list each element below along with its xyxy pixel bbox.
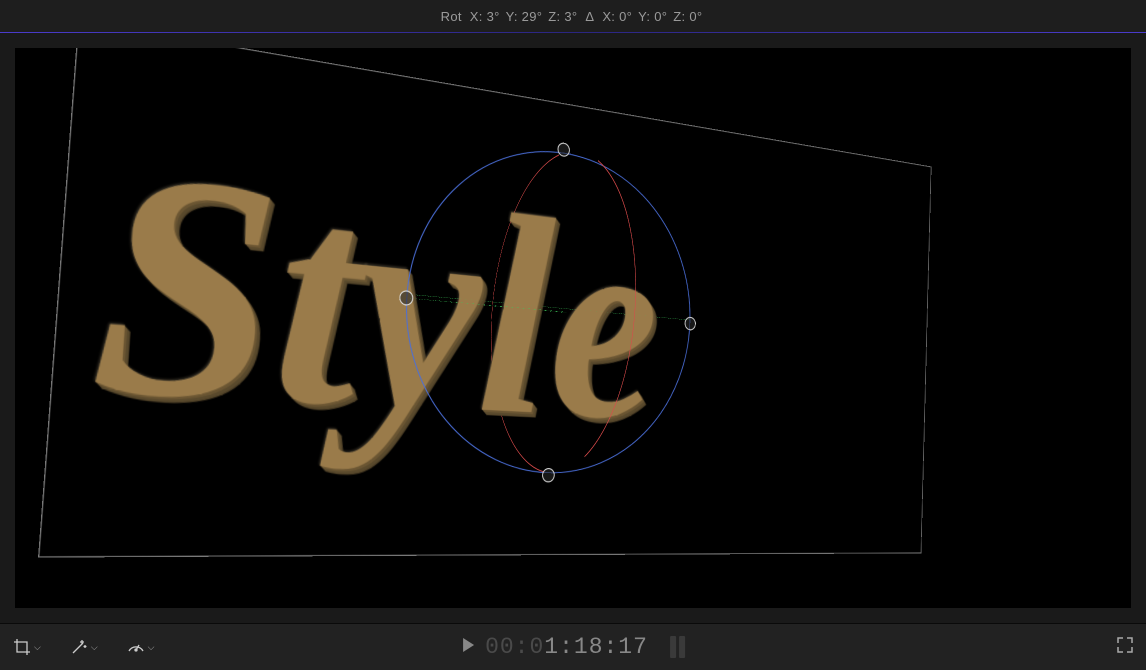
retime-tool-button[interactable]: ⌵: [126, 637, 155, 657]
rotation-y: Y: 29°: [506, 9, 543, 24]
chevron-down-icon: ⌵: [148, 642, 155, 653]
viewport-container: Style: [0, 33, 1146, 623]
timecode-display[interactable]: 00:01:18:17: [485, 634, 648, 660]
rotation-label: Rot: [441, 9, 462, 24]
chevron-down-icon: ⌵: [91, 642, 98, 653]
speed-icon: [126, 637, 146, 657]
fullscreen-button[interactable]: [1116, 636, 1134, 659]
play-icon: [461, 637, 475, 653]
rotation-x: X: 3°: [470, 9, 500, 24]
play-button[interactable]: [461, 637, 475, 658]
fullscreen-icon: [1116, 636, 1134, 654]
rotation-info-bar: Rot X: 3° Y: 29° Z: 3° Δ X: 0° Y: 0° Z: …: [0, 0, 1146, 32]
bottom-toolbar: ⌵ ⌵ ⌵ 00:01:18:17: [0, 623, 1146, 670]
delta-label: Δ: [585, 9, 594, 24]
enhance-tool-button[interactable]: ⌵: [69, 637, 98, 657]
chevron-down-icon: ⌵: [34, 642, 41, 653]
crop-tool-button[interactable]: ⌵: [12, 637, 41, 657]
viewport-canvas[interactable]: Style: [15, 48, 1131, 608]
crop-icon: [12, 637, 32, 657]
rotation-z: Z: 3°: [548, 9, 577, 24]
audio-meters: [670, 636, 685, 658]
delta-y: Y: 0°: [638, 9, 667, 24]
delta-x: X: 0°: [602, 9, 632, 24]
audio-meter-right: [679, 636, 685, 658]
audio-meter-left: [670, 636, 676, 658]
delta-z: Z: 0°: [673, 9, 702, 24]
wand-icon: [69, 637, 89, 657]
timecode-dim: 00:0: [485, 634, 544, 660]
timecode-value: 1:18:17: [544, 634, 648, 660]
